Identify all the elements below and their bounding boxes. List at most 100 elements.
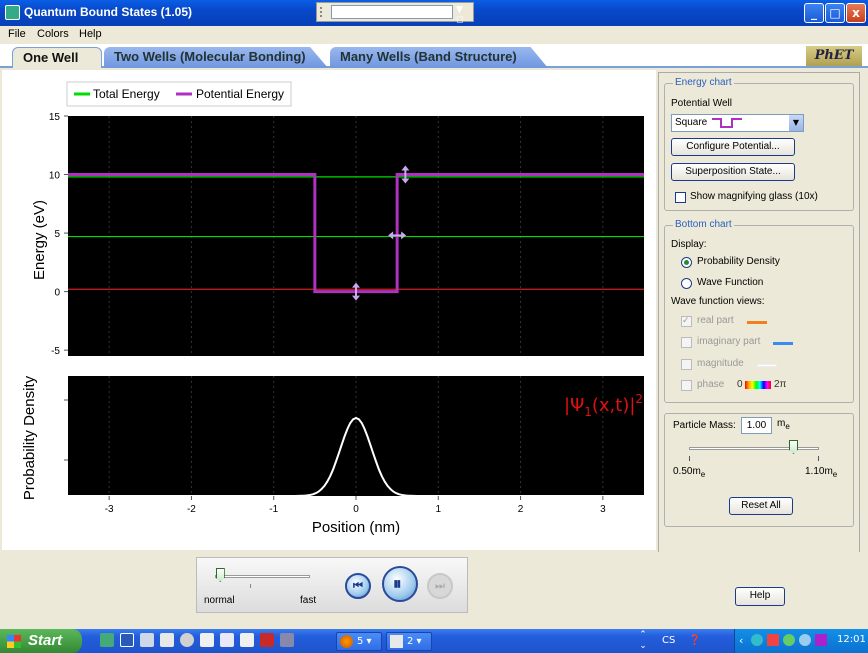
real-part-swatch	[747, 321, 767, 324]
title-bar: Quantum Bound States (1.05) ▼ ◻ _ □ x	[0, 0, 868, 26]
window-toolbar-combo[interactable]: ▼ ◻	[316, 2, 474, 25]
square-well-icon	[712, 118, 742, 128]
step-button[interactable]: ⏭	[427, 573, 453, 599]
tray-icon-5[interactable]	[815, 634, 827, 646]
mass-max-label: 1.10me	[805, 466, 838, 479]
tray-icon-1[interactable]	[751, 634, 763, 646]
menu-help[interactable]: Help	[79, 28, 102, 40]
language-indicator: CS	[662, 635, 676, 646]
tray-icon-4[interactable]	[799, 634, 811, 646]
system-tray: ‹ 12:01	[734, 629, 868, 653]
minimize-button[interactable]: _	[804, 3, 824, 23]
magnitude-checkbox[interactable]	[681, 359, 692, 370]
x-tick-label: -1	[269, 504, 278, 515]
pause-button[interactable]: ⏸	[382, 566, 418, 602]
tray-icon-3[interactable]	[783, 634, 795, 646]
energy-y-tick-label: -5	[51, 346, 60, 357]
imaginary-part-checkbox[interactable]	[681, 337, 692, 348]
speed-slider-tick	[250, 584, 251, 588]
help-tray-icon: ❓	[688, 635, 701, 646]
wave-function-views-label: Wave function views:	[671, 296, 765, 307]
speed-slider-thumb[interactable]	[215, 568, 225, 582]
energy-axis-label: Energy (eV)	[31, 200, 48, 280]
menu-colors[interactable]: Colors	[37, 28, 69, 40]
phase-end: 2π	[774, 379, 787, 390]
imaginary-part-swatch	[773, 342, 793, 345]
quicklaunch-icon-10[interactable]	[280, 633, 294, 647]
disc-icon[interactable]	[180, 633, 194, 647]
wave-function-radio[interactable]	[681, 278, 692, 289]
speed-normal-label: normal	[204, 595, 235, 606]
speed-fast-label: fast	[300, 595, 317, 606]
app-icon	[5, 5, 20, 20]
tab-many-wells[interactable]: Many Wells (Band Structure)	[330, 47, 548, 68]
taskbar-item-browser[interactable]: 5 ▾	[336, 632, 382, 651]
real-part-checkbox[interactable]: ✓	[681, 316, 692, 327]
bottom-chart-legend: Bottom chart	[673, 219, 734, 230]
notepad-icon[interactable]	[160, 633, 174, 647]
quicklaunch-icon-8[interactable]	[240, 633, 254, 647]
phase-checkbox[interactable]	[681, 380, 692, 391]
probability-density-label: Probability Density	[697, 256, 780, 267]
start-label: Start	[28, 632, 63, 649]
pause-icon: ⏸	[393, 574, 402, 594]
superposition-state-button[interactable]: Superposition State...	[671, 163, 795, 181]
language-bar[interactable]: CS ❓	[662, 629, 732, 653]
tray-expand-icon[interactable]: ‹	[739, 634, 743, 647]
display-label: Display:	[671, 239, 707, 250]
mass-unit: me	[777, 418, 790, 431]
energy-y-tick-label: 0	[54, 288, 60, 299]
potential-well-select[interactable]: Square ▼	[671, 114, 804, 132]
quicklaunch-icon-7[interactable]	[220, 633, 234, 647]
wavefunction-formula: |Ψ1(x,t)|2	[564, 392, 643, 419]
word-icon[interactable]	[120, 633, 134, 647]
particle-mass-label: Particle Mass:	[673, 420, 736, 431]
position-axis-label: Position (nm)	[312, 519, 400, 536]
particle-mass-input[interactable]: 1.00	[741, 417, 772, 434]
control-panel: Energy chart Potential Well Square ▼ Con…	[658, 72, 860, 574]
probability-density-radio[interactable]	[681, 257, 692, 268]
legend-potential-energy: Potential Energy	[196, 87, 284, 101]
phet-logo: PhET	[806, 46, 862, 66]
bottom-chart-group: Bottom chart	[664, 219, 854, 403]
plot-area: Total Energy Potential Energy 15 10 5 0 -5 E…	[2, 70, 656, 550]
x-tick-label: 3	[600, 504, 606, 515]
x-tick-label: -2	[187, 504, 196, 515]
clock-controls: normal fast ⏮ ⏸ ⏭	[196, 557, 468, 613]
grip-icon	[320, 7, 328, 17]
menu-file[interactable]: File	[8, 28, 26, 40]
reset-all-button[interactable]: Reset All	[729, 497, 793, 515]
quicklaunch-icon-1[interactable]	[100, 633, 114, 647]
window-group-icon	[390, 635, 403, 648]
configure-potential-button[interactable]: Configure Potential...	[671, 138, 795, 156]
tab-one-well[interactable]: One Well	[12, 47, 102, 68]
firefox-icon	[340, 635, 353, 648]
quicklaunch-icon-6[interactable]	[200, 633, 214, 647]
quicklaunch-icon-3[interactable]	[140, 633, 154, 647]
mass-slider-tick-min	[689, 456, 690, 461]
chevron-down-icon[interactable]: ▼	[789, 115, 803, 131]
phase-start: 0	[737, 379, 743, 390]
help-button[interactable]: Help	[735, 587, 785, 606]
tray-icon-2[interactable]	[767, 634, 779, 646]
maximize-button[interactable]: □	[825, 3, 845, 23]
energy-y-tick-label: 5	[54, 229, 60, 240]
tab-bar: One Well Two Wells (Molecular Bonding) M…	[0, 44, 868, 68]
quicklaunch-icon-9[interactable]	[260, 633, 274, 647]
speed-slider-track[interactable]	[215, 575, 310, 578]
restart-icon: ⏮	[353, 579, 363, 592]
restart-button[interactable]: ⏮	[345, 573, 371, 599]
tab-two-wells[interactable]: Two Wells (Molecular Bonding)	[104, 47, 328, 68]
charts-svg: Total Energy Potential Energy 151050-5 E…	[21, 81, 644, 536]
x-tick-label: 2	[518, 504, 524, 515]
taskbar-item-java[interactable]: 2 ▾	[386, 632, 432, 651]
imaginary-part-label: imaginary part	[697, 336, 761, 347]
phase-label: phase	[697, 379, 725, 390]
taskbar-scroll-arrows[interactable]: ⌃ ⌄	[636, 629, 650, 653]
start-button[interactable]: Start	[0, 629, 82, 653]
magnifier-checkbox[interactable]	[675, 192, 686, 203]
toolbar-combo-field[interactable]	[331, 5, 453, 19]
close-button[interactable]: x	[846, 3, 866, 23]
mass-slider-track[interactable]	[689, 447, 819, 450]
chevron-down-icon[interactable]: ▼ ◻	[456, 5, 473, 25]
